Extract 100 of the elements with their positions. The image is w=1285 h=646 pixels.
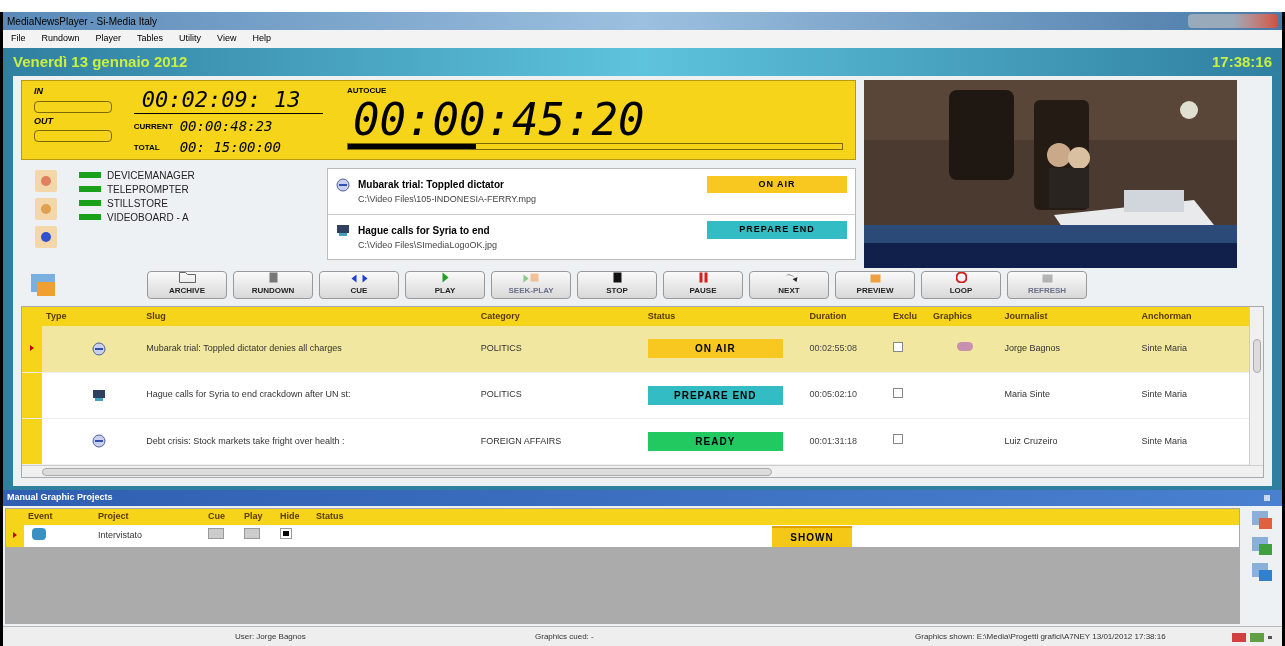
toolbar-button[interactable]: NEXT	[749, 271, 829, 299]
status-badge: READY	[647, 431, 783, 451]
window-controls[interactable]	[1188, 14, 1278, 28]
status-shown: Graphics shown: E:\Media\Progetti grafici\A7NEY 13/01/2012 17:38:16	[915, 630, 1166, 643]
table-cell: Sinte Maria	[1137, 372, 1249, 419]
column-header[interactable]: Status	[643, 307, 806, 326]
menu-item[interactable]: Utility	[179, 32, 202, 46]
stop-icon	[612, 272, 622, 283]
slug-cell: Hague calls for Syria to end crackdown after UN st:	[142, 372, 477, 419]
column-header[interactable]: Category	[476, 307, 644, 326]
table-row[interactable]: Hague calls for Syria to end crackdown after UN st: POLITICS PREPARE END 00:05:02:10 Maria Sinte Sinte Maria	[22, 372, 1249, 419]
horizontal-scrollbar[interactable]	[22, 465, 1263, 477]
column-header[interactable]: Slug	[142, 307, 477, 326]
column-header[interactable]: Graphics	[929, 307, 1001, 326]
event-icon	[32, 527, 46, 540]
table-cell: FOREIGN AFFAIRS	[476, 418, 644, 465]
file-path: C:\Video Files\SImediaLogoOK.jpg	[357, 238, 498, 252]
column-header[interactable]: Hide	[276, 509, 312, 525]
table-cell: Luiz Cruzeiro	[1000, 418, 1138, 465]
checkbox[interactable]	[893, 434, 903, 445]
hide-button[interactable]	[280, 528, 292, 540]
current-timecode: 00:00:48:23	[179, 117, 273, 136]
table-row[interactable]: Debt crisis: Stock markets take fright over health : FOREIGN AFFAIRS READY 00:01:31:18 Luiz Cruzeiro Sinte Maria	[22, 418, 1249, 465]
column-header[interactable]: Journalist	[1000, 307, 1138, 326]
cue-button[interactable]	[208, 528, 224, 540]
table-cell: Intervistato	[94, 525, 204, 547]
clock-label: 17:38:16	[1211, 51, 1272, 72]
toolbar-button[interactable]: CUE	[319, 271, 399, 299]
menu-item[interactable]: Tables	[137, 32, 164, 46]
seek-play-icon	[523, 273, 539, 283]
device-name: STILLSTORE	[107, 196, 168, 211]
in-label: IN	[34, 85, 44, 98]
row-pointer-icon	[13, 532, 17, 539]
menu-item[interactable]: Player	[95, 32, 122, 46]
item-title: Mubarak trial: Toppled dictator	[358, 178, 505, 192]
toolbar-button[interactable]: PLAY	[405, 271, 485, 299]
column-header[interactable]: Exclu	[889, 307, 930, 326]
column-header[interactable]: Duration	[805, 307, 889, 326]
table-cell: 00:05:02:10	[805, 372, 889, 419]
column-header[interactable]: Play	[240, 509, 276, 525]
play-icon	[441, 272, 449, 283]
tool-icon[interactable]	[1251, 536, 1273, 556]
table-row[interactable]: Mubarak trial: Toppled dictator denies all charges POLITICS ON AIR 00:02:55:08 Jorge Bagnos Sinte Maria	[22, 326, 1249, 373]
status-badge: ON AIR	[707, 175, 847, 194]
window-title: MediaNewsPlayer - Si-Media Italy	[7, 14, 158, 29]
row-header[interactable]	[6, 525, 24, 547]
loop-icon	[955, 272, 967, 283]
status-badge: PREPARE END	[707, 221, 847, 239]
current-label: CURRENT	[133, 120, 174, 133]
disc-icon	[336, 177, 350, 192]
table-cell: POLITICS	[476, 326, 644, 373]
checkbox[interactable]	[893, 388, 903, 398]
column-header[interactable]: Type	[42, 307, 143, 326]
table-cell: POLITICS	[476, 372, 644, 419]
tool-icon[interactable]	[1251, 562, 1273, 582]
menu-item[interactable]: File	[11, 32, 26, 46]
table-cell: Jorge Bagnos	[1000, 326, 1138, 373]
table-cell: Maria Sinte	[1000, 372, 1138, 419]
vertical-scrollbar[interactable]	[1249, 307, 1263, 465]
toolbar-button[interactable]: PREVIEW	[835, 271, 915, 299]
column-header[interactable]: Cue	[204, 509, 240, 525]
autocue-label: AUTOCUE	[347, 85, 388, 97]
total-label: TOTAL	[133, 141, 161, 154]
column-header[interactable]: Event	[24, 509, 94, 525]
menu-item[interactable]: Help	[252, 32, 271, 46]
menu-item[interactable]: View	[217, 32, 237, 46]
play-button[interactable]	[244, 528, 260, 540]
in-field[interactable]	[34, 100, 112, 113]
out-field[interactable]	[34, 130, 112, 142]
tray-icons[interactable]	[1232, 630, 1274, 643]
graphics-icon[interactable]	[29, 272, 57, 298]
out-label: OUT	[34, 114, 55, 128]
pause-icon	[698, 272, 708, 283]
toolbar-button[interactable]: PAUSE	[663, 271, 743, 299]
column-header[interactable]: Anchorman	[1137, 307, 1249, 326]
column-header[interactable]: Status	[312, 509, 772, 525]
toolbar-button[interactable]: STOP	[577, 271, 657, 299]
tool-icon[interactable]	[1251, 510, 1273, 530]
toolbar-button[interactable]: LOOP	[921, 271, 1001, 299]
checkbox[interactable]	[893, 341, 903, 352]
status-badge: SHOWN	[772, 525, 852, 547]
device-name: DEVICEMANAGER	[107, 168, 195, 183]
date-label: Venerdì 13 gennaio 2012	[13, 51, 188, 72]
column-header[interactable]: Project	[94, 509, 204, 525]
row-pointer-icon	[30, 344, 34, 351]
toolbar-button[interactable]: ARCHIVE	[147, 271, 227, 299]
status-badge: ON AIR	[647, 339, 783, 359]
disc-icon	[92, 341, 107, 356]
table-cell: Sinte Maria	[1137, 326, 1249, 373]
slug-cell: Debt crisis: Stock markets take fright over health :	[142, 418, 477, 465]
arrows-icon	[350, 274, 368, 283]
toolbar-button[interactable]: RUNDOWN	[233, 271, 313, 299]
status-badge: PREPARE END	[647, 385, 783, 405]
total-timecode: 00: 15:00:00	[179, 138, 281, 157]
table-cell: 00:02:55:08	[805, 326, 889, 373]
table-row[interactable]: Intervistato SHOWN	[6, 525, 1239, 547]
device-name: TELEPROMPTER	[107, 182, 189, 197]
menu-item[interactable]: Rundown	[41, 32, 80, 46]
countdown-timecode: 00:00:45:20	[352, 97, 646, 143]
table-cell: Sinte Maria	[1137, 418, 1249, 465]
